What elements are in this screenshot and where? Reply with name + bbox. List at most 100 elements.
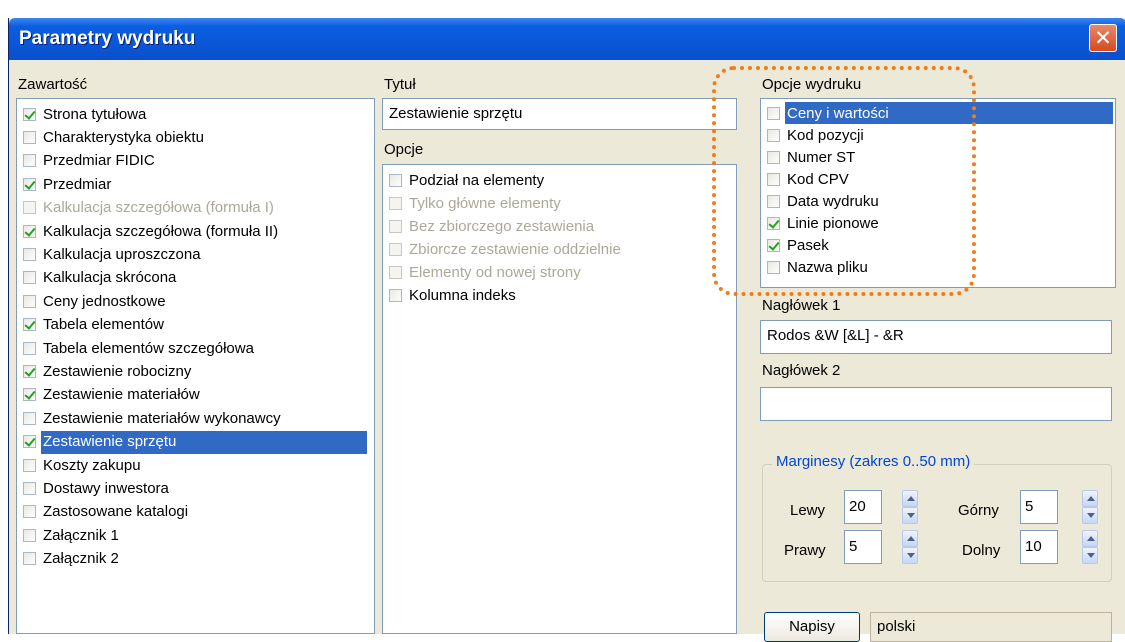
content-item-label: Załącznik 1 (43, 526, 119, 544)
content-item[interactable]: Zestawienie robocizny (23, 360, 191, 382)
bottom-margin-input[interactable]: 10 (1020, 530, 1058, 564)
close-button[interactable]: ✕ (1089, 24, 1117, 52)
content-item[interactable]: Tabela elementów szczegółowa (23, 337, 254, 359)
checkbox-checked-icon[interactable] (23, 177, 36, 191)
content-item-label: Zestawienie materiałów (43, 386, 200, 404)
content-item[interactable]: Zestawienie materiałów (23, 384, 200, 406)
checkbox-checked-icon[interactable] (23, 435, 36, 449)
napisy-button[interactable]: Napisy (764, 612, 860, 642)
checkbox-icon[interactable] (23, 505, 36, 519)
checkbox-checked-icon[interactable] (23, 364, 36, 378)
content-item-label: Kalkulacja szczegółowa (formuła I) (43, 199, 274, 217)
checkbox-icon[interactable] (389, 288, 402, 302)
bottom-margin-spinner[interactable] (1082, 530, 1098, 564)
content-item[interactable]: Kalkulacja szczegółowa (formuła II) (23, 220, 278, 242)
content-listbox[interactable]: Strona tytułowa Charakterystyka obiektu Pr… (16, 98, 375, 634)
checkbox-icon[interactable] (23, 247, 36, 261)
content-item[interactable]: Przedmiar FIDIC (23, 150, 155, 172)
spin-down-icon[interactable] (1082, 547, 1098, 564)
spin-up-icon[interactable] (902, 490, 918, 507)
right-margin-input[interactable]: 5 (844, 530, 882, 564)
content-item-label: Kalkulacja skrócona (43, 269, 177, 287)
title-input[interactable]: Zestawienie sprzętu (382, 98, 737, 130)
content-label: Zawartość (18, 76, 88, 93)
spin-down-icon[interactable] (902, 507, 918, 524)
content-item-label: Zastosowane katalogi (43, 503, 189, 521)
spin-up-icon[interactable] (1082, 530, 1098, 547)
options-listbox[interactable]: Podział na elementy Tylko główne elementy… (382, 164, 737, 634)
header1-input[interactable]: Rodos &W [&L] - &R (760, 320, 1112, 354)
content-item[interactable]: Tabela elementów (23, 314, 164, 336)
option-item-label: Elementy od nowej strony (409, 263, 581, 281)
content-item[interactable]: Kalkulacja uproszczona (23, 243, 201, 265)
checkbox-icon[interactable] (23, 294, 36, 308)
checkbox-icon (389, 242, 402, 256)
content-item[interactable]: Zastosowane katalogi (23, 501, 188, 523)
checkbox-checked-icon[interactable] (23, 388, 36, 402)
content-item-label: Dostawy inwestora (43, 479, 169, 497)
content-item[interactable]: Kalkulacja skrócona (23, 267, 176, 289)
top-margin-input[interactable]: 5 (1020, 490, 1058, 524)
checkbox-icon[interactable] (389, 173, 402, 187)
content-item-label: Ceny jednostkowe (43, 292, 166, 310)
option-item[interactable]: Kolumna indeks (389, 284, 516, 306)
checkbox-icon[interactable] (23, 552, 36, 566)
content-item[interactable]: Ceny jednostkowe (23, 290, 166, 312)
option-item[interactable]: Podział na elementy (389, 169, 544, 191)
content-item[interactable]: Załącznik 2 (23, 548, 119, 570)
checkbox-icon (389, 265, 402, 279)
checkbox-icon[interactable] (23, 154, 36, 168)
option-item-label: Kolumna indeks (409, 286, 516, 304)
right-margin-spinner[interactable] (902, 530, 918, 564)
checkbox-icon[interactable] (23, 458, 36, 472)
header2-label: Nagłówek 2 (762, 362, 841, 379)
content-item-label: Koszty zakupu (43, 456, 141, 474)
checkbox-checked-icon[interactable] (23, 318, 36, 332)
content-item[interactable]: Zestawienie sprzętu (23, 431, 176, 453)
content-item[interactable]: Zestawienie materiałów wykonawcy (23, 407, 281, 429)
checkbox-icon[interactable] (23, 411, 36, 425)
content-item-label: Zestawienie sprzętu (43, 433, 177, 451)
content-item-label: Tabela elementów (43, 316, 164, 334)
option-item: Zbiorcze zestawienie oddzielnie (389, 238, 621, 260)
checkbox-icon[interactable] (23, 130, 36, 144)
checkbox-icon (389, 196, 402, 210)
checkbox-icon[interactable] (23, 341, 36, 355)
content-item-label: Przedmiar FIDIC (43, 152, 155, 170)
content-item-label: Zestawienie robocizny (43, 362, 192, 380)
content-item[interactable]: Strona tytułowa (23, 103, 146, 125)
content-item-label: Kalkulacja uproszczona (43, 245, 201, 263)
title-bar[interactable]: Parametry wydruku ✕ (9, 18, 1125, 60)
content-item-label: Kalkulacja szczegółowa (formuła II) (43, 222, 279, 240)
header2-input[interactable] (760, 387, 1112, 421)
checkbox-icon[interactable] (23, 481, 36, 495)
content-item-label: Załącznik 2 (43, 550, 119, 568)
checkbox-icon (23, 201, 36, 215)
content-item[interactable]: Koszty zakupu (23, 454, 141, 476)
content-item-label: Charakterystyka obiektu (43, 128, 204, 146)
checkbox-checked-icon[interactable] (23, 224, 36, 238)
content-item[interactable]: Załącznik 1 (23, 524, 119, 546)
content-item[interactable]: Charakterystyka obiektu (23, 126, 204, 148)
content-item: Kalkulacja szczegółowa (formuła I) (23, 197, 274, 219)
close-icon: ✕ (1094, 26, 1112, 50)
dialog-title: Parametry wydruku (19, 28, 196, 49)
content-item[interactable]: Dostawy inwestora (23, 477, 169, 499)
left-margin-label: Lewy (790, 502, 826, 519)
option-item-label: Bez zbiorczego zestawienia (409, 217, 595, 235)
spin-up-icon[interactable] (902, 530, 918, 547)
left-margin-spinner[interactable] (902, 490, 918, 524)
checkbox-checked-icon[interactable] (23, 107, 36, 121)
spin-up-icon[interactable] (1082, 490, 1098, 507)
option-item: Bez zbiorczego zestawienia (389, 215, 594, 237)
spin-down-icon[interactable] (902, 547, 918, 564)
checkbox-icon[interactable] (23, 271, 36, 285)
content-item[interactable]: Przedmiar (23, 173, 111, 195)
top-margin-spinner[interactable] (1082, 490, 1098, 524)
highlight-frame (712, 66, 976, 296)
checkbox-icon[interactable] (23, 528, 36, 542)
left-margin-input[interactable]: 20 (844, 490, 882, 524)
option-item-label: Podział na elementy (409, 171, 545, 189)
spin-down-icon[interactable] (1082, 507, 1098, 524)
option-item: Tylko główne elementy (389, 192, 561, 214)
